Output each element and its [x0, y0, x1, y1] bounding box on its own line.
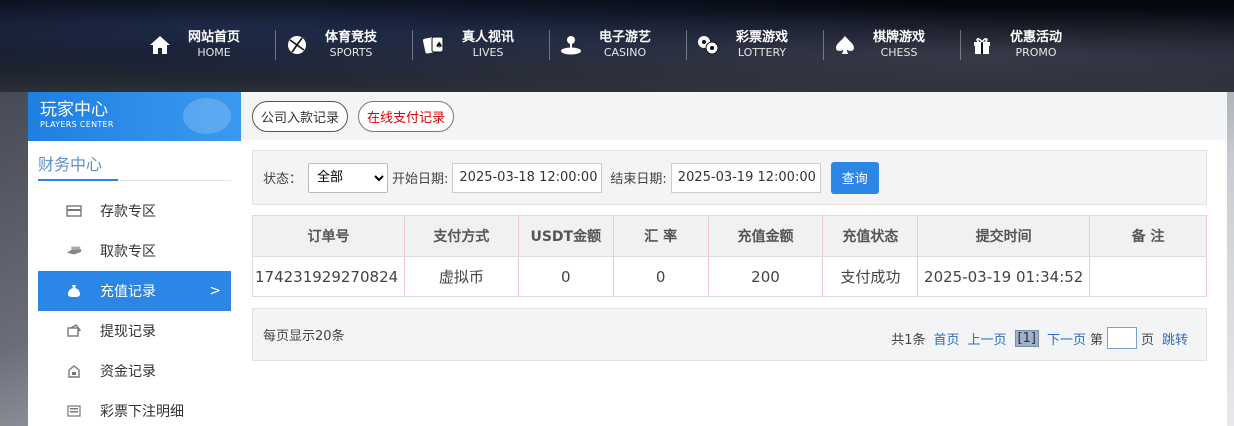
gamepad-icon — [183, 98, 231, 134]
nav-label-en: LOTTERY — [737, 46, 787, 60]
nav-label: 网站首页 — [188, 30, 241, 45]
spade-icon — [833, 33, 857, 57]
main-nav: 网站首页 HOME 体育竞技 SPORTS ♠ 真人视讯 LIVES 电子游艺 CASI… — [138, 22, 1097, 68]
pagination-controls: 共1条 首页 上一页 [1] 下一页 第 页 跳转 — [883, 327, 1188, 349]
chevron-right-icon: > — [209, 283, 221, 299]
prev-page-link[interactable]: 上一页 — [968, 329, 1007, 348]
nav-item-lottery[interactable]: 彩票游戏 LOTTERY — [686, 22, 823, 68]
sidebar-item-label: 资金记录 — [100, 364, 156, 380]
cell-order-no: 174231929270824 — [252, 256, 405, 297]
nav-label-en: CHESS — [880, 46, 918, 60]
end-date-input[interactable] — [670, 162, 821, 193]
status-select[interactable]: 全部 — [308, 162, 389, 193]
sidebar-item-label: 彩票下注明细 — [100, 404, 184, 420]
nav-label-en: LIVES — [472, 46, 504, 60]
sidebar-item-label: 充值记录 — [100, 284, 156, 300]
cell-rate: 0 — [612, 256, 709, 297]
next-page-link[interactable]: 下一页 — [1047, 329, 1086, 348]
cell-submit-time: 2025-03-19 01:34:52 — [917, 256, 1091, 297]
fund-icon — [66, 363, 82, 379]
end-date-label: 结束日期: — [610, 172, 667, 187]
sidebar-menu: 存款专区 取款专区 充值记录 > 提现记录 资金记录 彩票下注明细 — [28, 191, 241, 426]
nav-label-en: HOME — [197, 46, 231, 60]
nav-label: 优惠活动 — [1010, 30, 1063, 45]
pagination-bar: 每页显示20条 共1条 首页 上一页 [1] 下一页 第 页 跳转 — [252, 308, 1207, 361]
col-payment-method: 支付方式 — [403, 215, 519, 257]
svg-text:♠: ♠ — [435, 41, 443, 51]
nav-item-lives[interactable]: ♠ 真人视讯 LIVES — [412, 22, 549, 68]
sidebar-item-label: 取款专区 — [100, 244, 156, 260]
withdraw-icon — [66, 243, 82, 259]
sidebar-item-withdraw[interactable]: 取款专区 — [38, 231, 231, 271]
home-icon — [148, 33, 172, 57]
cards-icon: ♠ — [422, 33, 446, 57]
tab-online-payment-record[interactable]: 在线支付记录 — [358, 100, 455, 132]
lottery-balls-icon — [696, 33, 720, 57]
deposit-icon — [66, 203, 82, 219]
tab-company-deposit-record[interactable]: 公司入款记录 — [252, 100, 349, 132]
sidebar-item-recharge-record[interactable]: 充值记录 > — [38, 271, 231, 311]
recharge-table: 订单号 支付方式 USDT金额 汇 率 充值金额 充值状态 提交时间 备 注 1… — [252, 215, 1207, 297]
table-header-row: 订单号 支付方式 USDT金额 汇 率 充值金额 充值状态 提交时间 备 注 — [252, 215, 1207, 257]
col-rate: 汇 率 — [612, 215, 709, 257]
cell-recharge-status: 支付成功 — [822, 256, 919, 297]
table-row: 174231929270824 虚拟币 0 0 200 支付成功 2025-03… — [252, 256, 1207, 297]
nav-item-sports[interactable]: 体育竞技 SPORTS — [275, 22, 412, 68]
col-submit-time: 提交时间 — [917, 215, 1091, 257]
sidebar-item-deposit[interactable]: 存款专区 — [38, 191, 231, 231]
nav-item-home[interactable]: 网站首页 HOME — [138, 22, 275, 68]
first-page-link[interactable]: 首页 — [933, 329, 959, 348]
nav-item-promo[interactable]: 优惠活动 PROMO — [960, 22, 1097, 68]
page-suffix: 页 — [1140, 332, 1154, 348]
top-navigation-bar: 网站首页 HOME 体育竞技 SPORTS ♠ 真人视讯 LIVES 电子游艺 CASI… — [0, 0, 1234, 92]
record-tabs: 公司入款记录 在线支付记录 — [241, 92, 1227, 140]
jump-link[interactable]: 跳转 — [1162, 329, 1188, 348]
joystick-icon — [559, 33, 583, 57]
sidebar: 玩家中心 PLAYERS CENTER 财务中心 存款专区 取款专区 充值记录 … — [28, 92, 241, 426]
cell-remark — [1089, 256, 1207, 297]
status-label: 状态： — [263, 172, 303, 187]
nav-label: 棋牌游戏 — [873, 30, 926, 45]
cell-payment-method: 虚拟币 — [403, 256, 519, 297]
total-count: 共1条 — [891, 332, 926, 348]
nav-label: 电子游艺 — [599, 30, 652, 45]
players-center-header: 玩家中心 PLAYERS CENTER — [28, 92, 241, 141]
per-page-text: 每页显示20条 — [263, 329, 345, 344]
col-recharge-status: 充值状态 — [822, 215, 919, 257]
money-bag-icon — [66, 283, 82, 299]
query-button[interactable]: 查询 — [830, 161, 879, 194]
sidebar-item-lottery-bets[interactable]: 彩票下注明细 — [38, 391, 231, 426]
start-date-label: 开始日期: — [392, 172, 449, 187]
cell-recharge-amount: 200 — [707, 256, 824, 297]
col-recharge-amount: 充值金额 — [707, 215, 824, 257]
nav-label: 彩票游戏 — [736, 30, 789, 45]
nav-label: 真人视讯 — [462, 30, 515, 45]
section-title: 财务中心 — [38, 155, 103, 174]
list-icon — [66, 403, 82, 419]
col-usdt-amount: USDT金额 — [517, 215, 614, 257]
nav-label-en: PROMO — [1015, 46, 1057, 60]
col-order-no: 订单号 — [252, 215, 405, 257]
main-content: 公司入款记录 在线支付记录 状态： 全部 开始日期: 结束日期: 查询 订单号 … — [241, 92, 1227, 426]
page-prefix: 第 — [1089, 332, 1103, 348]
sidebar-item-label: 存款专区 — [100, 204, 156, 220]
finance-center-heading: 财务中心 — [38, 151, 231, 181]
nav-item-chess[interactable]: 棋牌游戏 CHESS — [823, 22, 960, 68]
start-date-input[interactable] — [452, 162, 603, 193]
filter-bar: 状态： 全部 开始日期: 结束日期: 查询 — [252, 150, 1207, 205]
sidebar-item-withdraw-record[interactable]: 提现记录 — [38, 311, 231, 351]
page-number-input[interactable] — [1106, 327, 1137, 349]
col-remark: 备 注 — [1089, 215, 1207, 257]
nav-item-casino[interactable]: 电子游艺 CASINO — [549, 22, 686, 68]
sidebar-item-label: 提现记录 — [100, 324, 156, 340]
ball-icon — [285, 33, 309, 57]
cell-usdt-amount: 0 — [517, 256, 614, 297]
nav-label-en: SPORTS — [329, 46, 373, 60]
current-page: [1] — [1014, 329, 1039, 347]
nav-label: 体育竞技 — [325, 30, 378, 45]
gift-icon — [970, 33, 994, 57]
withdraw-record-icon — [66, 323, 82, 339]
sidebar-item-fund-record[interactable]: 资金记录 — [38, 351, 231, 391]
nav-label-en: CASINO — [603, 46, 647, 60]
